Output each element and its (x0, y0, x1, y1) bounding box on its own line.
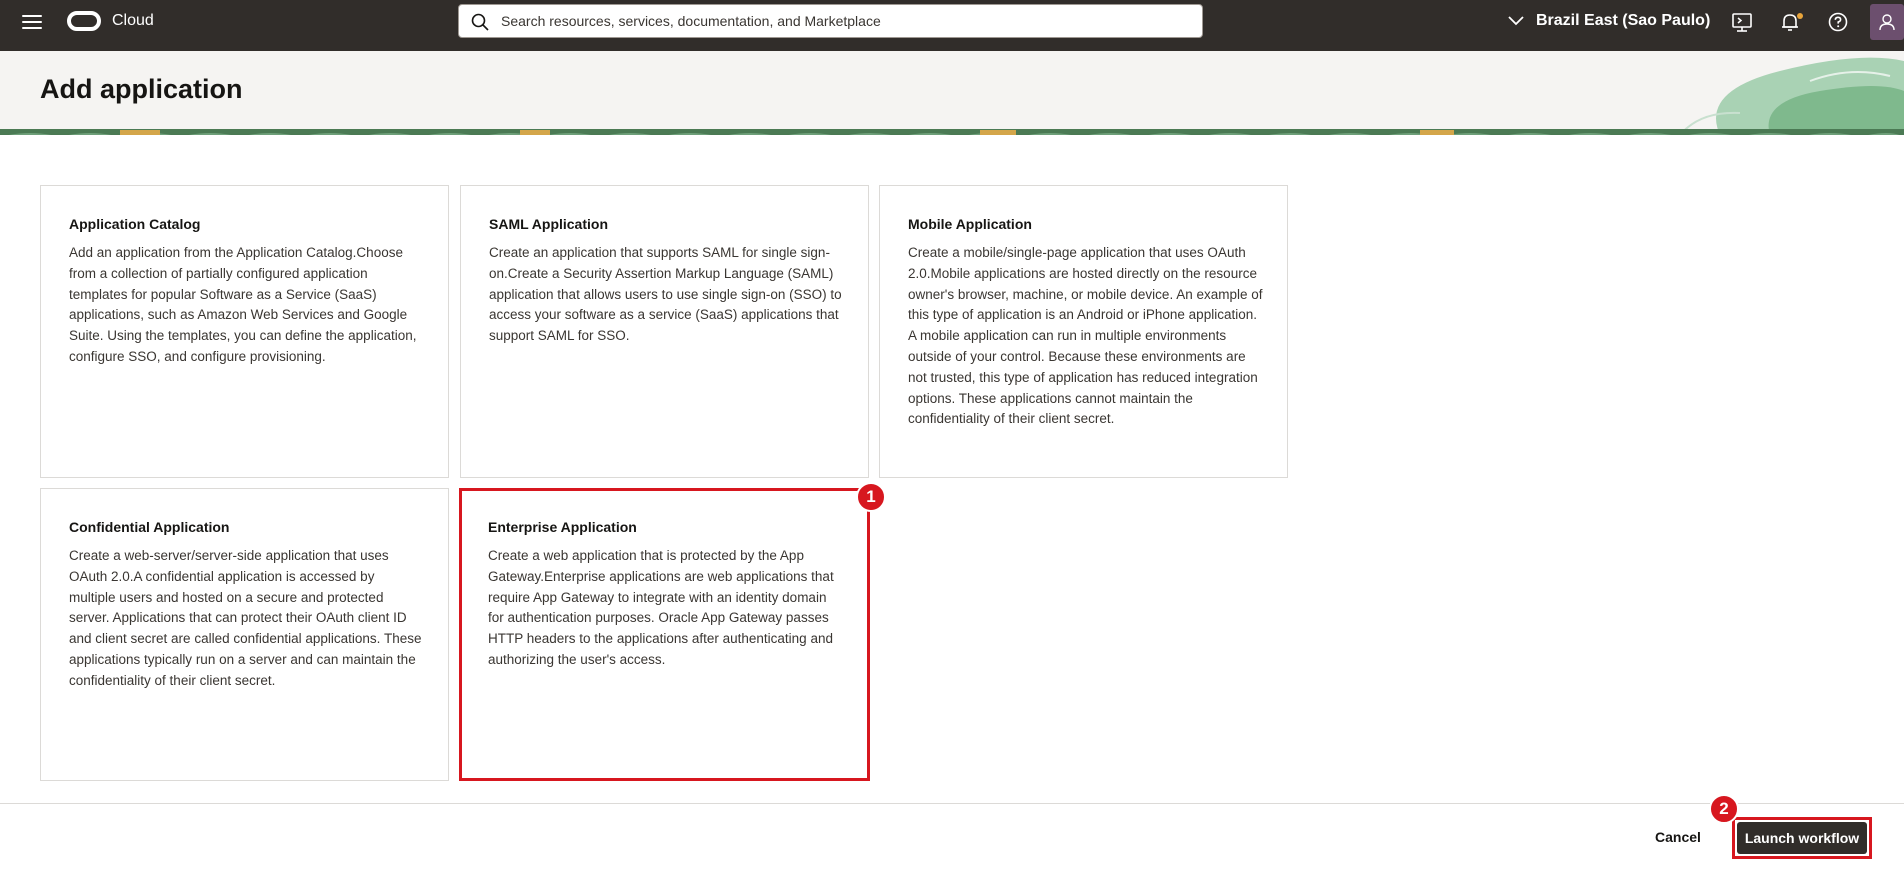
brand-name[interactable]: Cloud (112, 12, 154, 30)
card-description: Create a web-server/server-side applicat… (69, 548, 422, 688)
card-title: Application Catalog (69, 216, 201, 232)
footer-action-bar: Cancel Launch workflow (0, 803, 1904, 874)
launch-workflow-button[interactable]: Launch workflow (1737, 822, 1867, 854)
launch-workflow-highlight: Launch workflow (1732, 817, 1872, 859)
step-1-marker: 1 (856, 482, 886, 512)
card-title: SAML Application (489, 216, 608, 232)
card-enterprise-application[interactable]: Enterprise Application Create a web appl… (459, 488, 870, 781)
cancel-button[interactable]: Cancel (1655, 829, 1701, 845)
card-confidential-application[interactable]: Confidential Application Create a web-se… (40, 488, 449, 781)
user-avatar[interactable] (1870, 4, 1904, 40)
search-input[interactable] (501, 5, 1191, 37)
card-saml-application[interactable]: SAML Application Create an application t… (460, 185, 869, 478)
page-title: Add application (40, 74, 243, 104)
region-selector[interactable]: Brazil East (Sao Paulo) (1508, 12, 1710, 30)
notification-dot (1797, 13, 1803, 19)
card-title: Confidential Application (69, 519, 230, 535)
search-bar[interactable] (458, 4, 1203, 38)
card-title: Mobile Application (908, 216, 1032, 232)
help-icon[interactable] (1827, 11, 1849, 33)
card-description: Create a mobile/single-page application … (908, 245, 1263, 427)
user-profile-icon (1879, 14, 1895, 31)
region-label: Brazil East (Sao Paulo) (1536, 12, 1711, 29)
step-2-marker: 2 (1709, 794, 1739, 824)
decorative-leaf-pattern (1679, 57, 1904, 135)
oracle-logo-icon[interactable] (67, 11, 101, 31)
card-application-catalog[interactable]: Application Catalog Add an application f… (40, 185, 449, 478)
cloud-shell-icon[interactable] (1731, 11, 1753, 33)
card-title: Enterprise Application (488, 519, 637, 535)
card-mobile-application[interactable]: Mobile Application Create a mobile/singl… (879, 185, 1288, 478)
decorative-pattern-strip (0, 129, 1904, 135)
menu-icon[interactable] (22, 15, 42, 31)
card-description: Add an application from the Application … (69, 245, 417, 364)
top-navigation-bar: Cloud Brazil East (Sao Paulo) (0, 0, 1904, 51)
page-header: Add application (0, 51, 1904, 135)
chevron-down-icon (1508, 16, 1524, 26)
search-icon (471, 13, 489, 31)
card-description: Create an application that supports SAML… (489, 245, 842, 344)
card-description: Create a web application that is protect… (488, 548, 834, 667)
